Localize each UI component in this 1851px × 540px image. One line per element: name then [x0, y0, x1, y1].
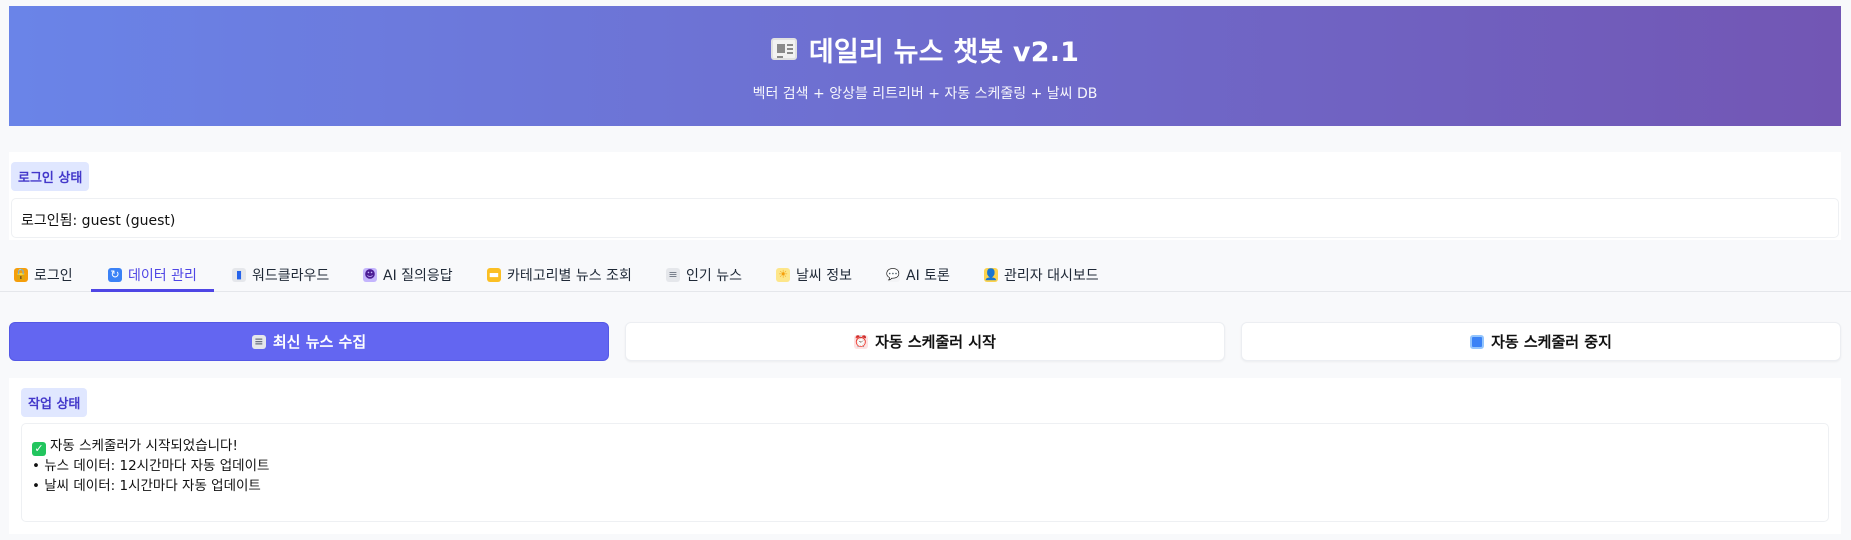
newspaper-icon: ≡: [251, 334, 266, 349]
start-scheduler-label: 자동 스케줄러 시작: [875, 333, 996, 351]
sun-cloud-icon: ☀: [776, 268, 790, 282]
check-mark-icon: ✓: [32, 442, 46, 456]
lock-icon: 🔒: [14, 268, 28, 282]
login-status-chip: 로그인 상태: [11, 162, 90, 191]
tab-label: AI 토론: [906, 268, 950, 284]
tab-category-news[interactable]: ▬ 카테고리별 뉴스 조회: [487, 258, 632, 292]
stop-scheduler-label: 자동 스케줄러 중지: [1491, 333, 1612, 351]
login-status-text: 로그인됨: guest (guest): [11, 198, 1839, 238]
refresh-icon: ↻: [108, 268, 122, 282]
login-status-panel: 로그인 상태 로그인됨: guest (guest): [9, 152, 1841, 240]
collect-news-button[interactable]: ≡ 최신 뉴스 수집: [9, 322, 609, 361]
tab-label: 관리자 대시보드: [1004, 268, 1099, 284]
tab-bar: 🔒 로그인 ↻ 데이터 관리 ▮ 워드클라우드 ☻ AI 질의응답 ▬ 카테고리…: [0, 258, 1851, 292]
tab-label: 로그인: [34, 268, 73, 284]
tab-ai-debate[interactable]: 💬 AI 토론: [886, 258, 950, 292]
tab-label: 데이터 관리: [128, 268, 197, 284]
tab-weather[interactable]: ☀ 날씨 정보: [776, 258, 852, 292]
stop-icon: [1470, 334, 1485, 349]
folder-icon: ▬: [487, 268, 501, 282]
tab-label: AI 질의응답: [383, 268, 453, 284]
newspaper-icon: [770, 38, 797, 60]
tab-wordcloud[interactable]: ▮ 워드클라우드: [232, 258, 329, 292]
newspaper-icon: ≡: [666, 268, 680, 282]
task-status-output: ✓ 자동 스케줄러가 시작되었습니다! • 뉴스 데이터: 12시간마다 자동 업…: [21, 423, 1829, 522]
start-scheduler-button[interactable]: ⏰ 자동 스케줄러 시작: [625, 322, 1225, 361]
active-tab-indicator: [91, 289, 214, 292]
tab-admin-dashboard[interactable]: 👤 관리자 대시보드: [984, 258, 1099, 292]
user-icon: 👤: [984, 268, 998, 282]
status-line-text: 자동 스케줄러가 시작되었습니다!: [50, 438, 238, 454]
alarm-clock-icon: ⏰: [854, 334, 869, 349]
app-title: 데일리 뉴스 챗봇 v2.1: [808, 36, 1080, 68]
status-line: • 뉴스 데이터: 12시간마다 자동 업데이트: [32, 458, 270, 474]
tab-label: 워드클라우드: [252, 268, 330, 284]
task-status-panel: 작업 상태 ✓ 자동 스케줄러가 시작되었습니다! • 뉴스 데이터: 12시간마…: [9, 378, 1841, 534]
tab-login[interactable]: 🔒 로그인: [14, 258, 73, 292]
app-header: 데일리 뉴스 챗봇 v2.1 벡터 검색 + 앙상블 리트리버 + 자동 스케줄…: [9, 6, 1841, 126]
robot-icon: ☻: [363, 268, 377, 282]
speech-bubble-icon: 💬: [886, 268, 900, 282]
action-buttons: ≡ 최신 뉴스 수집 ⏰ 자동 스케줄러 시작 자동 스케줄러 중지: [0, 322, 1851, 362]
status-line: • 날씨 데이터: 1시간마다 자동 업데이트: [32, 478, 261, 494]
stop-scheduler-button[interactable]: 자동 스케줄러 중지: [1241, 322, 1841, 361]
header-title-row: 데일리 뉴스 챗봇 v2.1: [770, 30, 1080, 69]
task-status-chip: 작업 상태: [21, 388, 88, 417]
tab-label: 카테고리별 뉴스 조회: [507, 268, 632, 284]
tab-label: 날씨 정보: [796, 268, 852, 284]
tab-label: 인기 뉴스: [686, 268, 742, 284]
tab-popular-news[interactable]: ≡ 인기 뉴스: [666, 258, 742, 292]
tab-data-management[interactable]: ↻ 데이터 관리: [108, 258, 197, 292]
tab-ai-qa[interactable]: ☻ AI 질의응답: [363, 258, 453, 292]
bar-chart-icon: ▮: [232, 268, 246, 282]
collect-news-label: 최신 뉴스 수집: [272, 333, 367, 351]
app-subtitle: 벡터 검색 + 앙상블 리트리버 + 자동 스케줄링 + 날씨 DB: [752, 85, 1098, 102]
status-line: ✓ 자동 스케줄러가 시작되었습니다!: [32, 436, 1818, 456]
